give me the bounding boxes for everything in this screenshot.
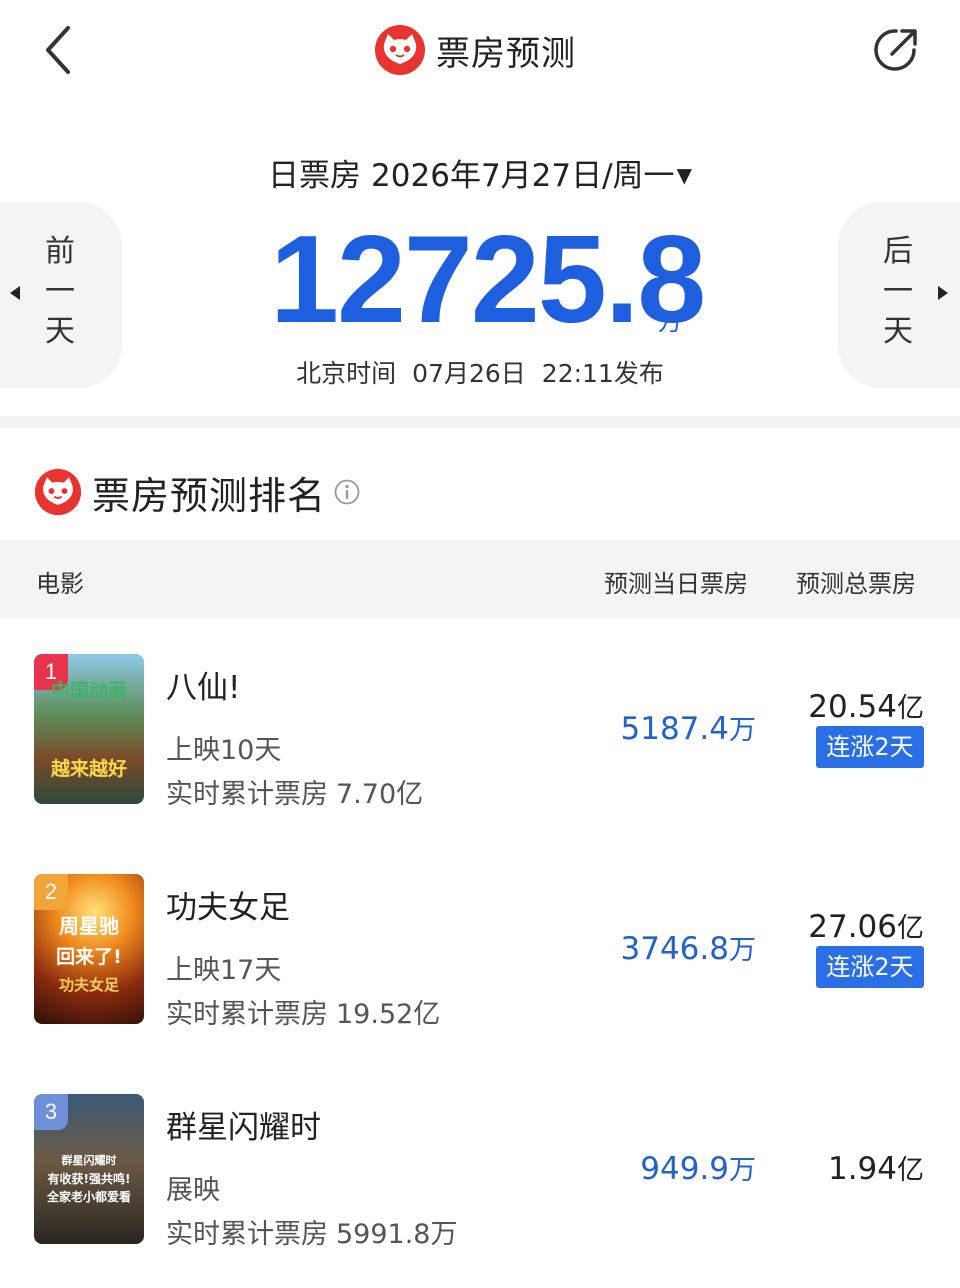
day-value: 3746.8 xyxy=(620,931,729,967)
top-bar: 票房预测 xyxy=(0,0,960,100)
column-total-box-office[interactable]: 预测总票房 xyxy=(796,564,916,599)
rank-badge: 3 xyxy=(34,1094,68,1130)
day-value: 949.9 xyxy=(640,1151,729,1187)
day-unit: 万 xyxy=(729,1155,756,1186)
publish-info: 北京时间 07月26日 22:11发布 xyxy=(0,354,960,390)
poster-text: 群星闪耀时 xyxy=(61,1154,117,1167)
cumulative-label: 实时累计票房 xyxy=(166,999,328,1030)
movie-title: 八仙! xyxy=(166,670,241,706)
back-button[interactable] xyxy=(38,22,82,78)
movie-row[interactable]: 1 中国动画 越来越好 八仙! 上映10天 实时累计票房 7.70亿 5187.4… xyxy=(0,654,960,854)
day-unit: 万 xyxy=(729,935,756,966)
previous-day-label: 前一天 xyxy=(45,234,75,349)
poster-text: 功夫女足 xyxy=(58,976,119,994)
poster-text: 全家老小都爱看 xyxy=(46,1190,131,1204)
selected-date: 2026年7月27日/周一 xyxy=(371,158,675,194)
page-title: 票房预测 xyxy=(436,33,576,74)
predicted-total-box-office: 1.94亿 xyxy=(828,1148,924,1187)
movie-poster: 3 群星闪耀时 有收获!强共鸣! 全家老小都爱看 xyxy=(34,1094,144,1244)
rank-badge: 2 xyxy=(34,874,68,910)
predicted-day-box-office: 949.9万 xyxy=(640,1148,756,1187)
predicted-day-box-office: 5187.4万 xyxy=(621,708,756,747)
poster-text: 中国动画 xyxy=(50,680,127,702)
total-unit: 亿 xyxy=(897,913,924,944)
share-icon xyxy=(874,29,917,71)
share-button[interactable] xyxy=(870,24,922,76)
total-value: 1.94 xyxy=(827,1151,897,1187)
maoyan-cat-logo-icon xyxy=(34,468,82,516)
column-movie: 电影 xyxy=(36,570,84,598)
date-selector[interactable]: 日票房 2026年7月27日/周一 ▼ xyxy=(0,150,960,195)
ranking-header: 票房预测排名 xyxy=(34,464,360,520)
cumulative-value: 5991.8万 xyxy=(336,1219,458,1250)
total-box-office-value: 12725.8 xyxy=(270,211,706,349)
release-days: 展映 xyxy=(166,1175,220,1206)
section-divider xyxy=(0,416,960,428)
arrow-right-icon xyxy=(938,286,948,300)
movie-poster: 2 周星驰 回来了! 功夫女足 xyxy=(34,874,144,1024)
cumulative-box-office: 实时累计票房 5991.8万 xyxy=(166,1212,457,1251)
movie-row[interactable]: 3 群星闪耀时 有收获!强共鸣! 全家老小都爱看 群星闪耀时 展映 实时累计票房… xyxy=(0,1094,960,1288)
movie-row[interactable]: 2 周星驰 回来了! 功夫女足 功夫女足 上映17天 实时累计票房 19.52亿 … xyxy=(0,874,960,1074)
predicted-total-box-office: 20.54亿 xyxy=(808,686,924,725)
poster-text: 周星驰 xyxy=(59,914,119,938)
ranking-title: 票房预测排名 xyxy=(92,473,327,518)
movie-title: 功夫女足 xyxy=(166,890,290,926)
total-unit: 亿 xyxy=(897,1155,924,1186)
brand: 票房预测 xyxy=(374,22,576,78)
day-value: 5187.4 xyxy=(620,711,729,747)
ranking-table-header: 电影 预测当日票房 预测总票房 xyxy=(0,540,960,618)
trend-badge: 连涨2天 xyxy=(816,726,924,768)
chevron-left-icon xyxy=(46,26,70,74)
predicted-total-box-office: 27.06亿 xyxy=(808,906,924,945)
cumulative-value: 7.70亿 xyxy=(336,779,424,810)
maoyan-cat-logo-icon xyxy=(375,25,425,75)
movie-poster: 1 中国动画 越来越好 xyxy=(34,654,144,804)
day-unit: 万 xyxy=(729,715,756,746)
publish-time: 22:11发布 xyxy=(541,359,664,388)
publish-date: 07月26日 xyxy=(412,359,526,388)
publish-prefix: 北京时间 xyxy=(296,359,397,388)
next-day-label: 后一天 xyxy=(883,234,913,349)
release-days: 上映10天 xyxy=(166,735,282,766)
daily-box-office-label: 日票房 xyxy=(268,158,362,194)
poster-text: 越来越好 xyxy=(50,758,127,780)
total-unit: 亿 xyxy=(897,693,924,724)
total-value: 27.06 xyxy=(808,909,897,945)
predicted-day-box-office: 3746.8万 xyxy=(621,928,756,967)
total-value: 20.54 xyxy=(808,689,897,725)
column-day-box-office[interactable]: 预测当日票房 xyxy=(604,564,748,599)
caret-down-icon: ▼ xyxy=(676,163,692,187)
poster-text: 回来了! xyxy=(56,946,122,968)
cumulative-label: 实时累计票房 xyxy=(166,1219,328,1250)
total-box-office-unit: 万 xyxy=(658,308,682,336)
cumulative-box-office: 实时累计票房 7.70亿 xyxy=(166,772,423,811)
cumulative-label: 实时累计票房 xyxy=(166,779,328,810)
trend-badge: 连涨2天 xyxy=(816,946,924,988)
movie-title: 群星闪耀时 xyxy=(166,1110,321,1146)
release-days: 上映17天 xyxy=(166,955,282,986)
cumulative-box-office: 实时累计票房 19.52亿 xyxy=(166,992,440,1031)
arrow-left-icon xyxy=(10,286,20,300)
info-icon[interactable] xyxy=(334,479,360,505)
poster-text: 有收获!强共鸣! xyxy=(47,1172,131,1186)
cumulative-value: 19.52亿 xyxy=(336,999,441,1030)
